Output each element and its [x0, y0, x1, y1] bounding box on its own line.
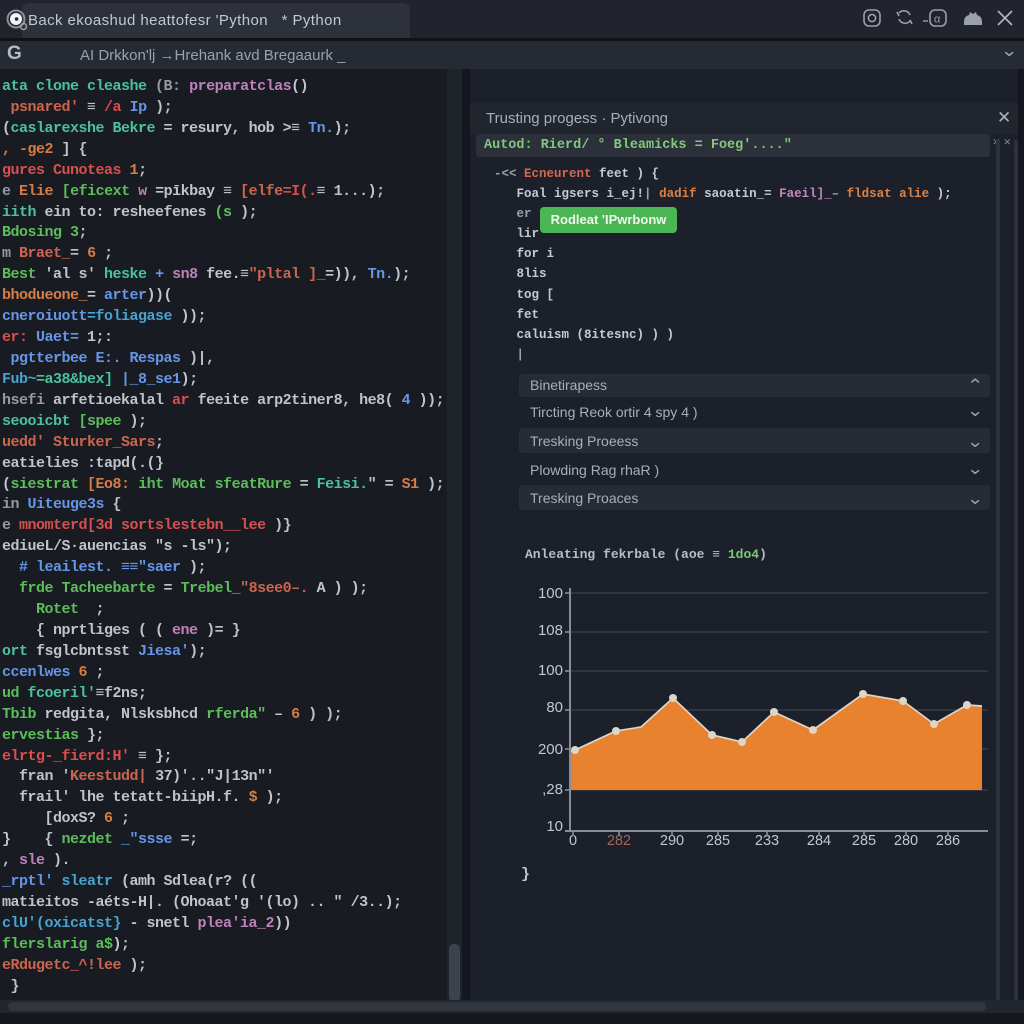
- svg-text:α: α: [934, 14, 941, 26]
- svg-text:80: 80: [546, 699, 563, 716]
- svg-text:100: 100: [538, 662, 563, 679]
- svg-text:108: 108: [538, 622, 563, 639]
- svg-text:200: 200: [538, 741, 563, 758]
- svg-text:100: 100: [538, 585, 563, 602]
- svg-text:,28: ,28: [542, 781, 563, 798]
- svg-text:10: 10: [546, 818, 563, 835]
